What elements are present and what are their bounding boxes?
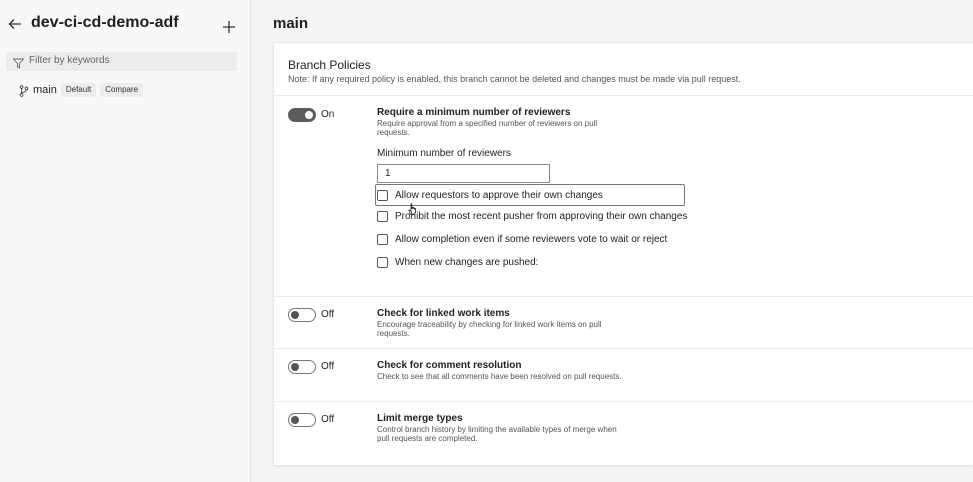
- min-reviewers-input[interactable]: 1: [377, 164, 550, 183]
- compare-button[interactable]: Compare: [100, 83, 144, 97]
- limit-merge-types-toggle[interactable]: [288, 413, 316, 427]
- branch-policies-card: Branch Policies Note: If any required po…: [273, 42, 973, 466]
- policy-description: Control branch history by limiting the a…: [377, 425, 617, 443]
- option-allow-requestors[interactable]: Allow requestors to approve their own ch…: [377, 188, 603, 202]
- arrow-left-icon[interactable]: [8, 17, 22, 31]
- branch-list-item[interactable]: main Default Compare: [14, 81, 144, 99]
- filter-input[interactable]: Filter by keywords: [6, 52, 237, 71]
- policy-title: Check for comment resolution: [377, 360, 522, 371]
- filter-placeholder: Filter by keywords: [29, 55, 110, 66]
- checkbox-label: Allow requestors to approve their own ch…: [395, 189, 603, 201]
- toggle-state-label: Off: [321, 361, 335, 372]
- comment-resolution-toggle[interactable]: [288, 360, 316, 374]
- page-title: main: [273, 15, 309, 32]
- checkbox[interactable]: [377, 256, 388, 268]
- card-title: Branch Policies: [288, 58, 371, 72]
- plus-icon[interactable]: [222, 20, 236, 34]
- sidebar: dev-ci-cd-demo-adf Filter by keywords ma…: [0, 0, 251, 482]
- filter-icon: [12, 56, 25, 69]
- checkbox-label: Prohibit the most recent pusher from app…: [395, 210, 688, 222]
- toggle-state-label: Off: [321, 414, 335, 425]
- toggle-state-label: On: [321, 109, 335, 120]
- checkbox[interactable]: [377, 233, 388, 245]
- checkbox[interactable]: [377, 210, 388, 222]
- policy-title: Require a minimum number of reviewers: [377, 107, 571, 118]
- card-note: Note: If any required policy is enabled,…: [288, 74, 741, 84]
- toggle-state-label: Off: [321, 309, 335, 320]
- policy-min-reviewers: On Require a minimum number of reviewers…: [274, 95, 973, 295]
- min-reviewers-label: Minimum number of reviewers: [377, 148, 511, 159]
- checkbox-label: Allow completion even if some reviewers …: [395, 233, 668, 245]
- policy-title: Check for linked work items: [377, 308, 510, 319]
- checkbox-label: When new changes are pushed:: [395, 256, 539, 268]
- option-prohibit-pusher[interactable]: Prohibit the most recent pusher from app…: [377, 209, 687, 223]
- option-allow-completion[interactable]: Allow completion even if some reviewers …: [377, 232, 667, 246]
- repo-title: dev-ci-cd-demo-adf: [31, 14, 179, 31]
- min-reviewers-toggle[interactable]: [288, 108, 316, 122]
- policy-description: Encourage traceability by checking for l…: [377, 320, 602, 338]
- linked-work-items-toggle[interactable]: [288, 308, 316, 322]
- checkbox[interactable]: [377, 189, 388, 201]
- branch-name: main: [33, 84, 57, 96]
- policy-description: Require approval from a specified number…: [377, 119, 598, 137]
- policy-description: Check to see that all comments have been…: [377, 372, 622, 381]
- policy-title: Limit merge types: [377, 413, 463, 424]
- policy-limit-merge-types: Off Limit merge types Control branch his…: [274, 401, 973, 461]
- policy-comment-resolution: Off Check for comment resolution Check t…: [274, 348, 973, 400]
- option-new-changes-pushed[interactable]: When new changes are pushed:: [377, 255, 538, 269]
- policy-linked-work-items: Off Check for linked work items Encourag…: [274, 296, 973, 348]
- default-badge: Default: [60, 83, 97, 97]
- branch-icon: [19, 84, 29, 97]
